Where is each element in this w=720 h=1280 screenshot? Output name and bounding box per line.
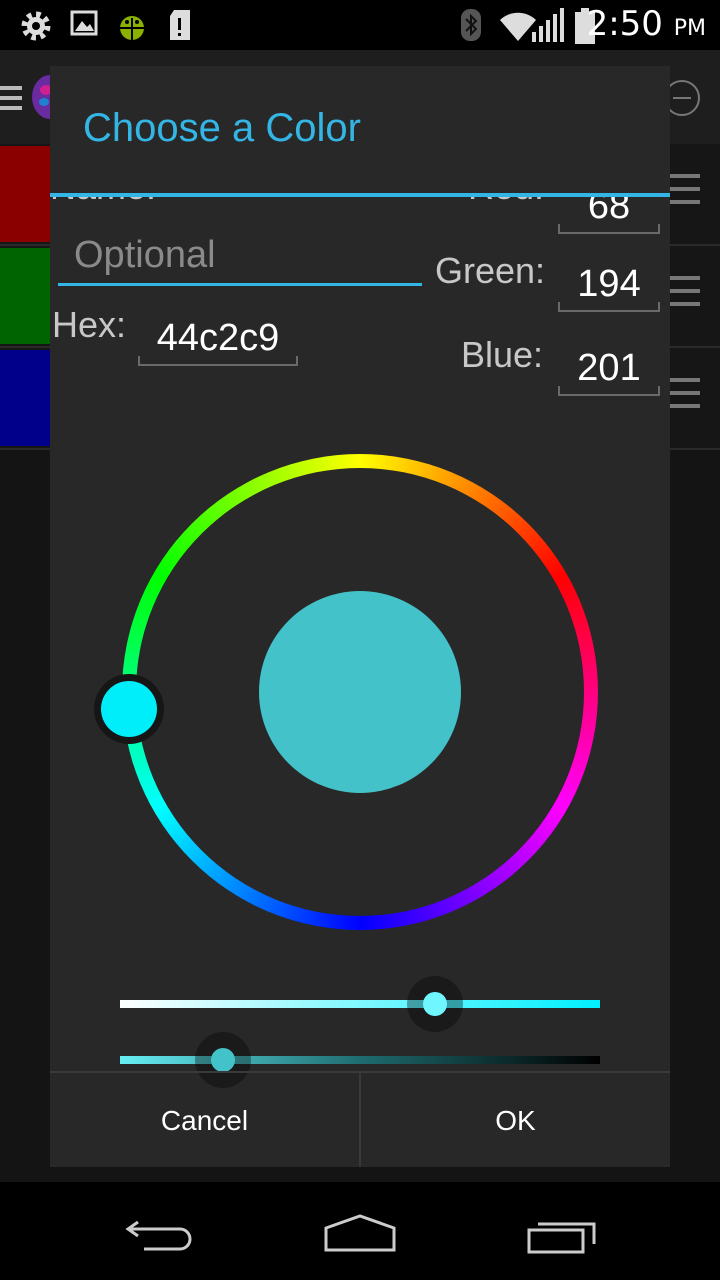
selected-color-preview bbox=[259, 591, 461, 793]
clock-time: 2:50 bbox=[586, 4, 663, 44]
saturation-slider-knob[interactable] bbox=[407, 976, 464, 1032]
drag-handle-icon[interactable] bbox=[668, 378, 700, 417]
title-divider bbox=[50, 193, 670, 197]
drawer-menu-icon[interactable] bbox=[0, 86, 22, 116]
home-icon[interactable] bbox=[322, 1212, 398, 1252]
color-swatch bbox=[0, 248, 50, 344]
dialog-button-bar: Cancel OK bbox=[50, 1071, 670, 1167]
clock-ampm: PM bbox=[673, 16, 706, 41]
signal-icon bbox=[532, 8, 564, 42]
ok-button[interactable]: OK bbox=[361, 1073, 670, 1167]
status-bar: 2:50 PM bbox=[0, 0, 720, 50]
hex-field[interactable]: 44c2c9 bbox=[138, 314, 298, 366]
blue-field[interactable]: 201 bbox=[558, 344, 660, 396]
blue-label: Blue: bbox=[461, 334, 544, 375]
hue-wheel-handle[interactable] bbox=[94, 674, 164, 744]
bluetooth-icon bbox=[461, 9, 481, 41]
drag-handle-icon[interactable] bbox=[668, 276, 700, 315]
dialog-title-text: Choose a Color bbox=[83, 106, 361, 150]
green-label: Green: bbox=[435, 250, 546, 291]
clock: 2:50 PM bbox=[587, 4, 706, 44]
name-input[interactable]: Optional bbox=[58, 230, 422, 286]
hue-handle-fill bbox=[101, 681, 157, 737]
value-slider[interactable] bbox=[120, 1056, 600, 1064]
color-picker-dialog: Choose a Color Name: Red: 68 Choose a Co… bbox=[50, 66, 670, 1167]
drag-handle-icon[interactable] bbox=[668, 174, 700, 213]
recent-apps-icon[interactable] bbox=[526, 1216, 598, 1256]
image-icon bbox=[70, 10, 98, 36]
android-debug-icon bbox=[120, 16, 144, 40]
color-swatch bbox=[0, 146, 50, 242]
cancel-button[interactable]: Cancel bbox=[50, 1073, 359, 1167]
color-swatch bbox=[0, 350, 50, 446]
green-field[interactable]: 194 bbox=[558, 260, 660, 312]
settings-icon bbox=[21, 11, 51, 41]
hex-label: Hex: bbox=[52, 304, 127, 345]
sd-card-icon bbox=[170, 10, 190, 40]
back-icon[interactable] bbox=[124, 1216, 196, 1252]
saturation-slider[interactable] bbox=[120, 1000, 600, 1008]
navigation-bar bbox=[0, 1182, 720, 1280]
